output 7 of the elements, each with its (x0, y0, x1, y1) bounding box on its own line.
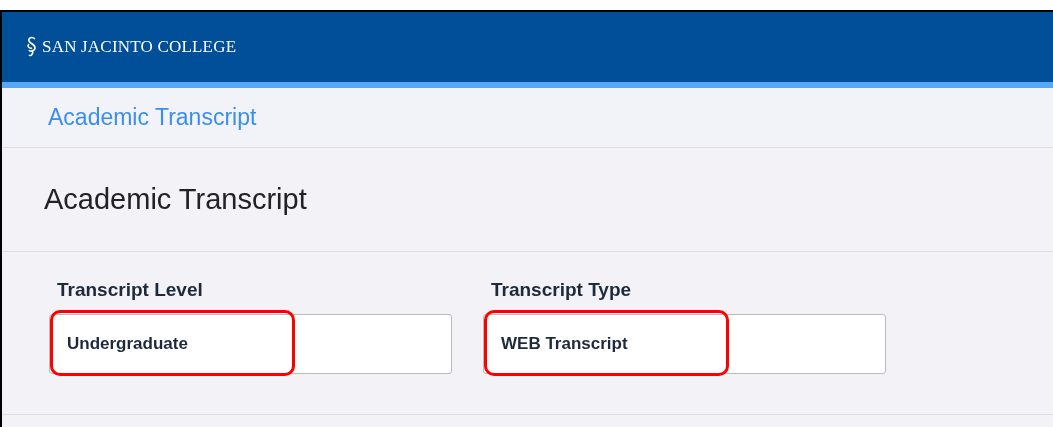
select-field[interactable]: Undergraduate (49, 313, 452, 374)
page-title: Academic Transcript (44, 181, 307, 217)
logo-icon (26, 36, 38, 58)
select-field[interactable]: WEB Transcript (483, 313, 886, 374)
college-logo-text: SAN JACINTO COLLEGE (42, 36, 237, 59)
field-label: Transcript Level (56, 278, 204, 302)
field-label: Transcript Type (490, 278, 633, 302)
